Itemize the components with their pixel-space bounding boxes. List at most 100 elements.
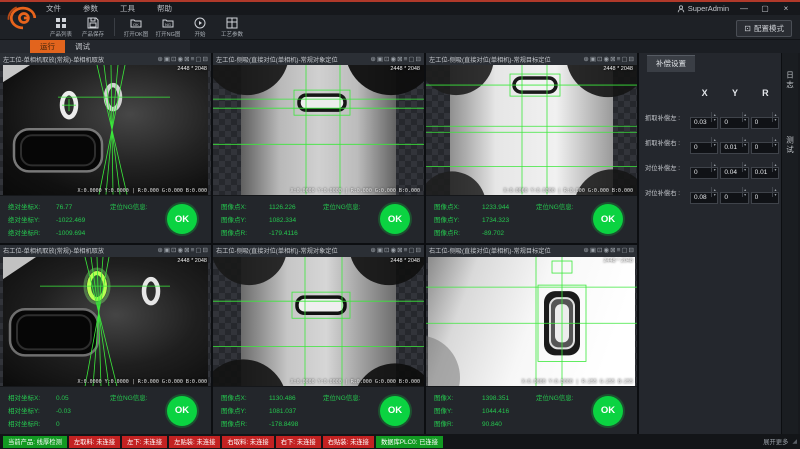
spinner-arrows[interactable] [772, 112, 778, 122]
close-button[interactable]: × [780, 4, 792, 13]
eye-icon[interactable]: ◉ [603, 54, 609, 65]
menu-tools[interactable]: 工具 [120, 3, 135, 14]
spinner-arrows[interactable] [711, 187, 717, 197]
one-to-one-icon[interactable]: ⊡ [597, 245, 602, 256]
camera-viewport[interactable]: 2448 * 2048 X:0.0000 Y:0.0000 | R:0.000 … [213, 65, 424, 195]
menu-file[interactable]: 文件 [46, 3, 61, 14]
save-icon[interactable]: ⊟ [629, 245, 634, 256]
list-icon[interactable]: ≡ [191, 54, 195, 65]
camera-viewport[interactable]: 2448 * 2048 X:0.0000 Y:0.0000 | R:0.000 … [0, 257, 211, 387]
camera-viewport[interactable]: 2448 * 2048 X:0.0000 Y:0.0000 | R:0.000 … [0, 65, 211, 195]
list-icon[interactable]: ≡ [404, 245, 408, 256]
image-fit-icon[interactable]: ▣ [164, 245, 170, 256]
roi-icon[interactable]: ▢ [621, 245, 627, 256]
roi-icon[interactable]: ▢ [621, 54, 627, 65]
eye-icon[interactable]: ◉ [603, 245, 609, 256]
lock-icon[interactable]: ⊠ [397, 245, 402, 256]
resize-grip-icon[interactable]: ◢ [792, 438, 797, 445]
list-icon[interactable]: ≡ [617, 245, 621, 256]
lock-icon[interactable]: ⊠ [610, 54, 615, 65]
spinner-arrows[interactable] [772, 137, 778, 147]
eye-icon[interactable]: ◉ [177, 54, 183, 65]
start-button[interactable]: 开始 [185, 15, 215, 38]
process-parameters-button[interactable]: 工艺参数 [217, 15, 247, 38]
spinner-arrows[interactable] [772, 162, 778, 172]
image-fit-icon[interactable]: ▣ [590, 245, 596, 256]
align-left-y-input[interactable] [720, 161, 748, 173]
menu-parameters[interactable]: 参数 [83, 3, 98, 14]
grab-left-r-input[interactable] [751, 111, 779, 123]
roi-icon[interactable]: ▢ [195, 54, 201, 65]
dock-tab-log[interactable]: 日志 [785, 71, 796, 90]
spinner-arrows[interactable] [742, 187, 748, 197]
list-icon[interactable]: ≡ [617, 54, 621, 65]
align-right-y-input[interactable] [720, 186, 748, 198]
lock-icon[interactable]: ⊠ [397, 54, 402, 65]
zoom-icon[interactable]: ⊕ [370, 54, 375, 65]
zoom-icon[interactable]: ⊕ [583, 245, 588, 256]
roi-icon[interactable]: ▢ [408, 245, 414, 256]
save-icon[interactable]: ⊟ [416, 245, 421, 256]
tab-debug[interactable]: 调试 [65, 40, 100, 53]
camera-viewport[interactable]: 2448 * 2048 X:0.0000 Y:0.0000 | R:0.000 … [426, 65, 637, 195]
image-fit-icon[interactable]: ▣ [377, 54, 383, 65]
tab-run[interactable]: 运行 [30, 40, 65, 53]
lock-icon[interactable]: ⊠ [610, 245, 615, 256]
lock-icon[interactable]: ⊠ [184, 54, 189, 65]
grab-right-x-input[interactable] [690, 136, 718, 148]
save-icon[interactable]: ⊟ [203, 245, 208, 256]
dock-tab-test[interactable]: 测试 [785, 136, 796, 155]
product-list-button[interactable]: 产品列表 [46, 15, 76, 38]
spinner-arrows[interactable] [772, 187, 778, 197]
product-save-button[interactable]: 产品保存 [78, 15, 108, 38]
camera-viewport[interactable]: 2448 * 2048 X:0.0000 Y:0.0000 | R:0.000 … [213, 257, 424, 387]
save-icon[interactable]: ⊟ [629, 54, 634, 65]
camera-viewport[interactable]: 2448 * 2048 X:0.0000 Y:0.0000 | R:255 G:… [426, 257, 637, 387]
spinner-arrows[interactable] [711, 112, 717, 122]
one-to-one-icon[interactable]: ⊡ [384, 54, 389, 65]
one-to-one-icon[interactable]: ⊡ [171, 54, 176, 65]
maximize-button[interactable]: ▢ [759, 4, 771, 13]
zoom-icon[interactable]: ⊕ [370, 245, 375, 256]
spinner-arrows[interactable] [711, 137, 717, 147]
eye-icon[interactable]: ◉ [177, 245, 183, 256]
grab-right-r-input[interactable] [751, 136, 779, 148]
config-mode-button[interactable]: ⊡ 配置模式 [736, 20, 792, 37]
grab-left-x-input[interactable] [690, 111, 718, 123]
align-left-x-input[interactable] [690, 161, 718, 173]
spinner-arrows[interactable] [742, 162, 748, 172]
spinner-arrows[interactable] [711, 162, 717, 172]
roi-icon[interactable]: ▢ [408, 54, 414, 65]
expand-more-button[interactable]: 展开更多 [763, 437, 788, 446]
roi-icon[interactable]: ▢ [195, 245, 201, 256]
list-icon[interactable]: ≡ [191, 245, 195, 256]
open-ok-image-button[interactable]: OK 打开OK图 [121, 15, 151, 38]
image-fit-icon[interactable]: ▣ [377, 245, 383, 256]
align-right-r-input[interactable] [751, 186, 779, 198]
save-icon[interactable]: ⊟ [416, 54, 421, 65]
one-to-one-icon[interactable]: ⊡ [597, 54, 602, 65]
one-to-one-icon[interactable]: ⊡ [384, 245, 389, 256]
current-user[interactable]: SuperAdmin [677, 4, 729, 13]
one-to-one-icon[interactable]: ⊡ [171, 245, 176, 256]
spinner-arrows[interactable] [742, 112, 748, 122]
zoom-icon[interactable]: ⊕ [157, 54, 162, 65]
compensation-panel-tab[interactable]: 补偿设置 [647, 55, 695, 72]
list-icon[interactable]: ≡ [404, 54, 408, 65]
menu-help[interactable]: 帮助 [157, 3, 172, 14]
zoom-icon[interactable]: ⊕ [583, 54, 588, 65]
align-right-x-input[interactable] [690, 186, 718, 198]
grab-right-y-input[interactable] [720, 136, 748, 148]
image-fit-icon[interactable]: ▣ [164, 54, 170, 65]
eye-icon[interactable]: ◉ [390, 54, 396, 65]
image-fit-icon[interactable]: ▣ [590, 54, 596, 65]
minimize-button[interactable]: — [738, 4, 750, 13]
grab-left-y-input[interactable] [720, 111, 748, 123]
zoom-icon[interactable]: ⊕ [157, 245, 162, 256]
lock-icon[interactable]: ⊠ [184, 245, 189, 256]
align-left-r-input[interactable] [751, 161, 779, 173]
open-ng-image-button[interactable]: NG 打开NG图 [153, 15, 183, 38]
eye-icon[interactable]: ◉ [390, 245, 396, 256]
spinner-arrows[interactable] [742, 137, 748, 147]
save-icon[interactable]: ⊟ [203, 54, 208, 65]
